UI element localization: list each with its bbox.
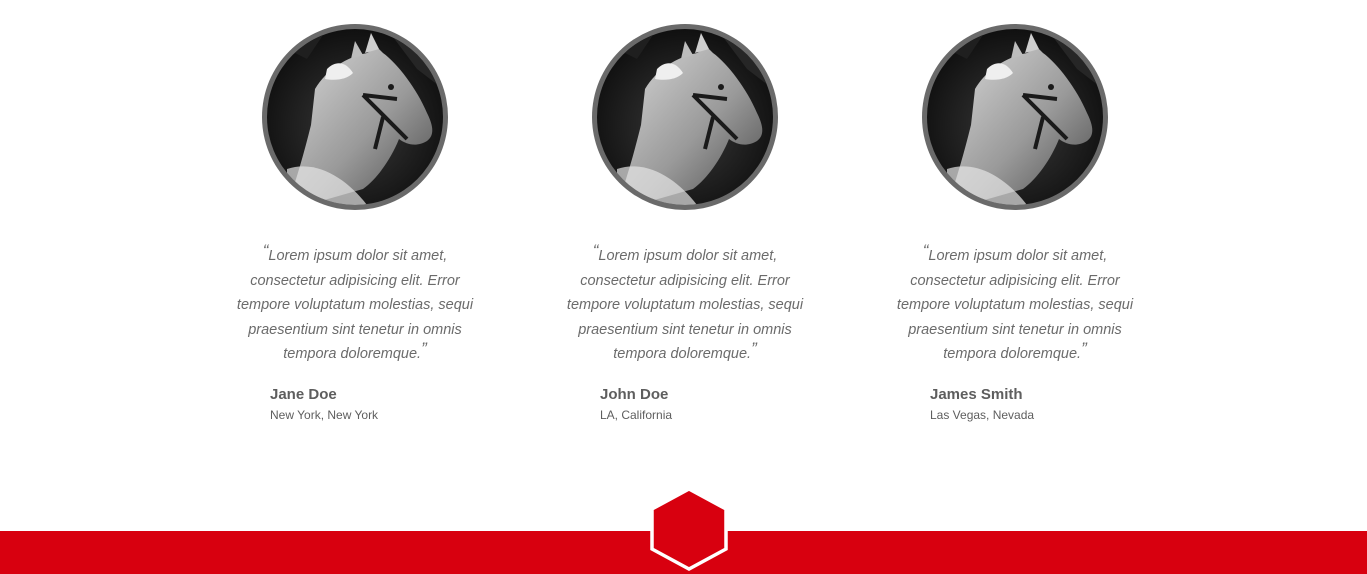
testimonial-quote-text: Lorem ipsum dolor sit amet, consectetur … <box>236 248 474 362</box>
close-quote-mark: ” <box>1081 339 1087 358</box>
open-quote-mark: “ <box>592 241 599 260</box>
testimonial-author-name: James Smith <box>930 386 1023 403</box>
close-quote-mark: ” <box>751 339 757 358</box>
testimonials-section: “Lorem ipsum dolor sit amet, consectetur… <box>0 0 1367 480</box>
avatar <box>262 24 448 210</box>
testimonial-author-location: LA, California <box>600 408 673 422</box>
testimonial-quote: “Lorem ipsum dolor sit amet, consectetur… <box>233 241 477 367</box>
testimonial-quote-text: Lorem ipsum dolor sit amet, consectetur … <box>896 248 1134 362</box>
testimonial-author-location: New York, New York <box>270 408 379 422</box>
footer-hexagon-button[interactable] <box>650 487 728 571</box>
open-quote-mark: “ <box>262 241 269 260</box>
avatar <box>922 24 1108 210</box>
close-quote-mark: ” <box>421 339 427 358</box>
open-quote-mark: “ <box>922 241 929 260</box>
testimonial-author-name: Jane Doe <box>270 386 337 403</box>
horse-photo-icon <box>267 29 443 205</box>
testimonial-quote-text: Lorem ipsum dolor sit amet, consectetur … <box>566 248 804 362</box>
horse-photo-icon <box>927 29 1103 205</box>
testimonial-quote: “Lorem ipsum dolor sit amet, consectetur… <box>893 241 1137 367</box>
testimonial-quote: “Lorem ipsum dolor sit amet, consectetur… <box>563 241 807 367</box>
horse-photo-icon <box>597 29 773 205</box>
avatar <box>592 24 778 210</box>
testimonial-author-name: John Doe <box>600 386 669 403</box>
testimonial-author-location: Las Vegas, Nevada <box>930 408 1035 422</box>
hexagon-icon <box>650 487 728 571</box>
